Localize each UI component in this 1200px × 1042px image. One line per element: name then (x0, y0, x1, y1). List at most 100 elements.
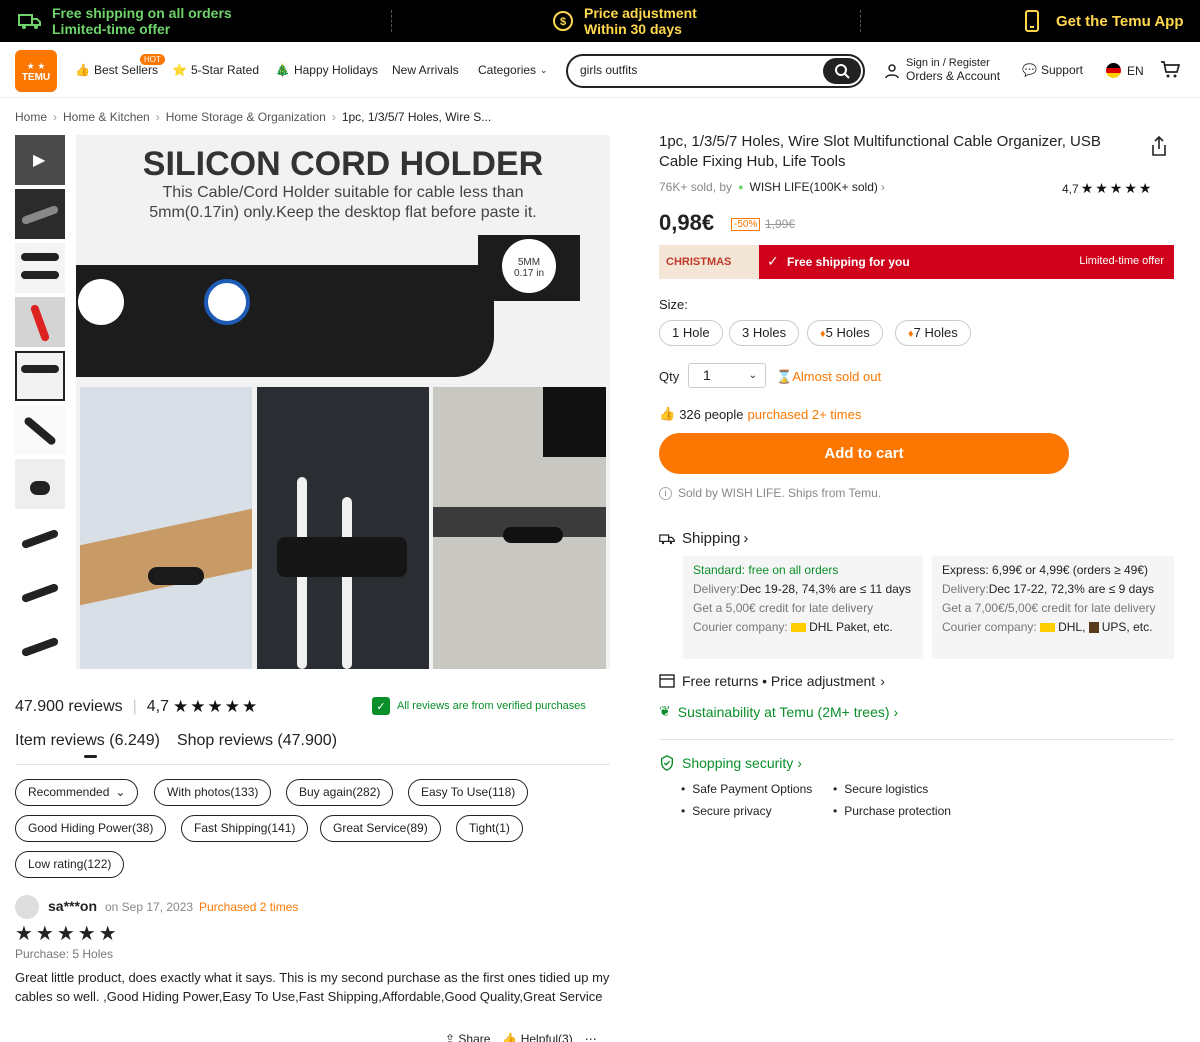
share-review-button[interactable]: ⇪ Share (445, 1032, 490, 1042)
filter-good-hiding-power[interactable]: Good Hiding Power(38) (15, 815, 167, 842)
discount-badge: -50% (731, 218, 761, 231)
language-selector[interactable]: EN (1106, 63, 1144, 78)
thumbnail[interactable] (15, 405, 65, 455)
get-app-promo[interactable]: Get the Temu App (1024, 0, 1184, 42)
sustainability-link[interactable]: ❦ Sustainability at Temu (2M+ trees) › (659, 703, 898, 720)
cord-holder-graphic (76, 265, 494, 377)
rating-value: 4,7 (1062, 181, 1079, 196)
size-option-5-holes[interactable]: ♦5 Holes (807, 320, 883, 346)
reviews-total: 47.900 reviews (15, 698, 123, 715)
filter-buy-again[interactable]: Buy again(282) (286, 779, 394, 806)
account-menu[interactable]: Sign in / Register Orders & Account (884, 57, 1000, 84)
chevron-down-icon: ⌄ (748, 370, 757, 381)
thumbnail-selected[interactable] (15, 351, 65, 401)
product-rating[interactable]: 4,7 ★★★★★ (1062, 180, 1153, 197)
chevron-down-icon: ⌄ (540, 64, 548, 75)
sold-info: 76K+ sold, by ● WISH LIFE(100K+ sold) › (659, 180, 885, 194)
logo-icon: ★ ★ (26, 61, 46, 71)
holder-hole (78, 279, 124, 325)
temu-logo[interactable]: ★ ★ TEMU (15, 50, 57, 92)
reviews-summary[interactable]: 47.900 reviews | 4,7 ★★★★★ (15, 697, 259, 717)
thumbnail[interactable] (15, 297, 65, 347)
chevron-right-icon: › (53, 110, 58, 124)
size-label-7: 7 Holes (913, 325, 958, 340)
nav-new-arrivals[interactable]: New Arrivals (392, 63, 459, 77)
image-headline: SILICON CORD HOLDER (142, 145, 544, 183)
thumbnail[interactable] (15, 189, 65, 239)
main-product-image[interactable]: SILICON CORD HOLDER This Cable/Cord Hold… (76, 135, 610, 669)
breadcrumb-storage[interactable]: Home Storage & Organization (166, 110, 326, 124)
helpful-button[interactable]: 👍 Helpful(3) (502, 1032, 572, 1042)
filter-tight[interactable]: Tight(1) (456, 815, 523, 842)
thumbnail[interactable] (15, 513, 65, 563)
breadcrumb-current: 1pc, 1/3/5/7 Holes, Wire S... (341, 110, 492, 124)
chevron-right-icon: › (880, 180, 885, 194)
nav-categories[interactable]: Categories ⌄ (478, 63, 548, 77)
promo-price-sub: Within 30 days (584, 21, 682, 37)
thumbnail[interactable] (15, 243, 65, 293)
thumbnail[interactable] (15, 459, 65, 509)
support-link[interactable]: 💬 Support (1022, 63, 1083, 77)
exp-delivery-label: Delivery: (942, 582, 989, 596)
filter-easy-to-use[interactable]: Easy To Use(118) (408, 779, 529, 806)
search-input[interactable] (580, 63, 820, 77)
chat-icon: 💬 (1022, 63, 1037, 77)
promo-banner: CHRISTMAS ✓ Free shipping for you Limite… (659, 245, 1174, 279)
std-courier-label: Courier company: (693, 620, 788, 634)
nav-best-sellers[interactable]: 👍 Best Sellers (75, 63, 158, 77)
security-item: Secure logistics (833, 782, 928, 796)
shipping-heading[interactable]: Shipping › (659, 530, 748, 547)
filter-low-rating[interactable]: Low rating(122) (15, 851, 125, 878)
limited-offer-label: Limited-time offer (1079, 255, 1164, 267)
std-credit: Get a 5,00€ credit for late delivery (693, 601, 874, 615)
price-adjustment-promo[interactable]: $ Price adjustment Within 30 days (552, 0, 697, 42)
free-shipping-promo[interactable]: Free shipping on all orders Limited-time… (18, 0, 232, 42)
nav-label: New Arrivals (392, 63, 459, 77)
promo-shipping-sub: Limited-time offer (52, 21, 171, 37)
chevron-right-icon: › (893, 703, 899, 720)
play-icon: ▶ (33, 152, 46, 169)
verified-label: All reviews are from verified purchases (397, 700, 586, 712)
thumbnail-video[interactable]: ▶ (15, 135, 65, 185)
get-app-label: Get the Temu App (1056, 12, 1184, 30)
support-label: Support (1040, 63, 1083, 77)
size-label-5: 5 Holes (825, 325, 870, 340)
filter-with-photos[interactable]: With photos(133) (154, 779, 272, 806)
qty-select[interactable]: 1 ⌄ (688, 363, 766, 388)
size-option-7-holes[interactable]: ♦7 Holes (895, 320, 971, 346)
rating-stars-icon: ★★★★★ (173, 697, 260, 716)
more-options-icon[interactable]: ⋯ (585, 1032, 597, 1042)
breadcrumb-home-kitchen[interactable]: Home & Kitchen (63, 110, 150, 124)
size-option-3-holes[interactable]: 3 Holes (729, 320, 800, 346)
nav-five-star[interactable]: ⭐ 5-Star Rated (172, 63, 259, 77)
christmas-tag: CHRISTMAS (659, 245, 759, 279)
shopping-security-link[interactable]: Shopping security › (659, 755, 802, 771)
logo-text: TEMU (21, 72, 51, 83)
nav-happy-holidays[interactable]: 🎄 Happy Holidays (275, 63, 378, 77)
truck-icon (18, 14, 41, 29)
shield-check-icon: ✓ (372, 697, 390, 715)
inset-in: 0.17 in (513, 268, 545, 279)
store-link[interactable]: WISH LIFE(100K+ sold) (750, 180, 878, 194)
returns-link[interactable]: Free returns • Price adjustment › (659, 673, 885, 689)
breadcrumb-home[interactable]: Home (15, 110, 47, 124)
cart-button[interactable] (1160, 60, 1180, 78)
rating-stars-icon: ★★★★★ (1080, 180, 1154, 196)
tab-item-reviews[interactable]: Item reviews (6.249) (15, 732, 160, 750)
filter-great-service[interactable]: Great Service(89) (320, 815, 441, 842)
divider: | (132, 698, 137, 715)
active-tab-indicator (84, 755, 97, 758)
share-icon[interactable] (1150, 136, 1168, 156)
search-button[interactable] (823, 58, 861, 84)
filter-fast-shipping[interactable]: Fast Shipping(141) (181, 815, 309, 842)
inset-mm: 5MM (517, 257, 541, 268)
image-subline: This Cable/Cord Holder suitable for cabl… (76, 183, 610, 223)
thumbnail[interactable] (15, 567, 65, 617)
thumbnail[interactable] (15, 621, 65, 671)
add-to-cart-button[interactable]: Add to cart (659, 433, 1069, 474)
almost-sold-out: ⌛Almost sold out (776, 369, 881, 385)
size-option-1-hole[interactable]: 1 Hole (659, 320, 723, 346)
tab-shop-reviews[interactable]: Shop reviews (47.900) (177, 732, 337, 750)
truck-icon (659, 533, 675, 544)
filter-recommended[interactable]: Recommended ⌄ (15, 779, 139, 806)
